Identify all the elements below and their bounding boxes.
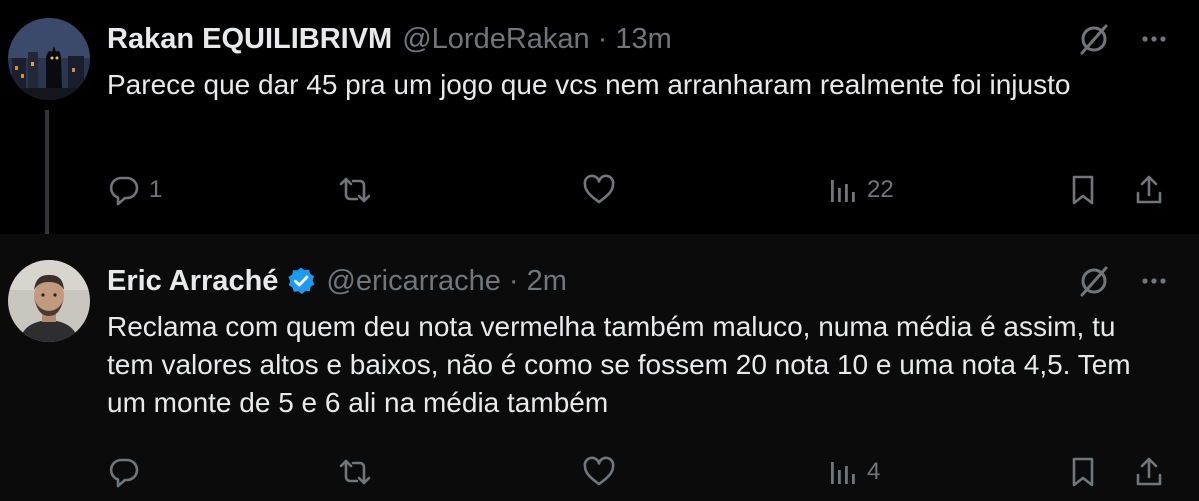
tweet[interactable]: Rakan EQUILIBRIVM @LordeRakan · 13m Pare… <box>0 0 1199 234</box>
like-button[interactable] <box>582 170 624 210</box>
top-actions <box>1077 264 1169 298</box>
bookmark-button[interactable] <box>1067 170 1099 210</box>
reply-count: 1 <box>149 176 163 203</box>
tweet-text: Reclama com quem deu nota vermelha també… <box>107 311 1131 418</box>
more-icon[interactable] <box>1139 24 1169 54</box>
share-icon <box>1133 173 1165 207</box>
thread-connector-line <box>45 110 49 234</box>
share-icon <box>1133 455 1165 489</box>
views-button[interactable]: 4 <box>827 452 880 492</box>
tweet-actions: 1 22 <box>107 170 1169 210</box>
bookmark-icon <box>1067 455 1099 489</box>
tweet[interactable]: Eric Arraché @ericarrache · 2m Reclama c… <box>0 234 1199 501</box>
author-handle[interactable]: @ericarrache <box>326 265 501 298</box>
verified-badge-icon[interactable] <box>286 266 316 296</box>
retweet-button[interactable] <box>337 170 381 210</box>
like-button[interactable] <box>582 452 624 492</box>
tweet-header: Rakan EQUILIBRIVM @LordeRakan · 13m <box>107 19 672 59</box>
tweet-header: Eric Arraché @ericarrache · 2m <box>107 261 567 301</box>
separator-dot: · <box>597 22 608 55</box>
timestamp[interactable]: 13m <box>615 23 671 56</box>
views-button[interactable]: 22 <box>827 170 894 210</box>
author-name[interactable]: Rakan EQUILIBRIVM <box>107 23 392 56</box>
reply-icon <box>107 455 141 489</box>
grok-icon[interactable] <box>1077 264 1111 298</box>
tweet-text: Parece que dar 45 pra um jogo que vcs ne… <box>107 69 1071 100</box>
retweet-button[interactable] <box>337 452 381 492</box>
author-name[interactable]: Eric Arraché <box>107 265 278 298</box>
share-button[interactable] <box>1133 170 1165 210</box>
view-count: 22 <box>867 176 894 203</box>
heart-icon <box>582 455 616 489</box>
views-icon <box>827 456 859 488</box>
reply-button[interactable] <box>107 452 149 492</box>
separator-dot: · <box>508 264 519 297</box>
heart-icon <box>582 173 616 207</box>
bookmark-icon <box>1067 173 1099 207</box>
avatar[interactable] <box>8 18 90 100</box>
top-actions <box>1077 22 1169 56</box>
more-icon[interactable] <box>1139 266 1169 296</box>
view-count: 4 <box>867 458 881 485</box>
avatar[interactable] <box>8 260 90 342</box>
retweet-icon <box>337 173 373 207</box>
bookmark-button[interactable] <box>1067 452 1099 492</box>
tweet-actions: 4 <box>107 452 1169 492</box>
share-button[interactable] <box>1133 452 1165 492</box>
timestamp[interactable]: 2m <box>527 265 567 298</box>
author-handle[interactable]: @LordeRakan <box>402 23 589 56</box>
reply-button[interactable]: 1 <box>107 170 162 210</box>
reply-icon <box>107 173 141 207</box>
grok-icon[interactable] <box>1077 22 1111 56</box>
views-icon <box>827 174 859 206</box>
retweet-icon <box>337 455 373 489</box>
